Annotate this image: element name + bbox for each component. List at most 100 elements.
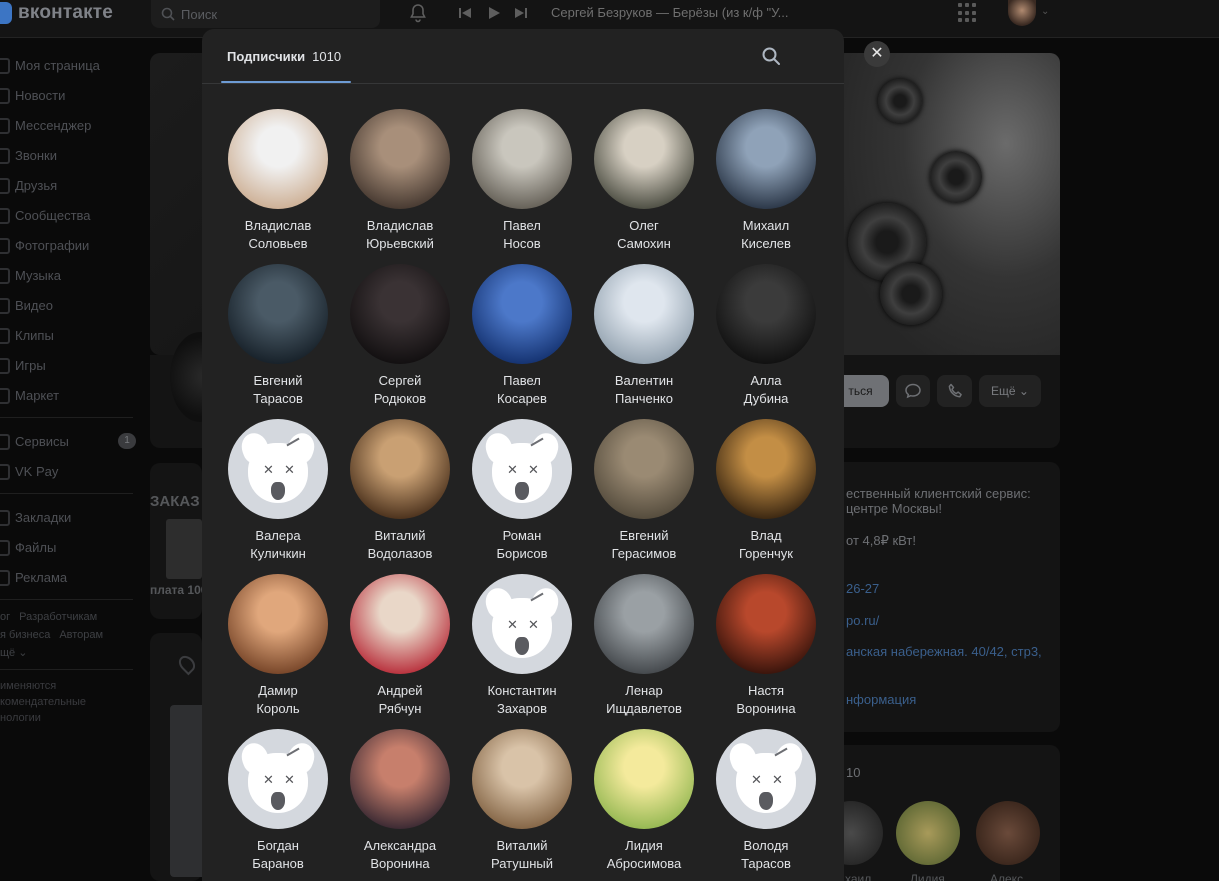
- follower-name[interactable]: Дамир Король: [217, 682, 339, 718]
- follower-card[interactable]: ✕ ✕ Володя Тарасов: [705, 729, 827, 873]
- chat-icon[interactable]: [896, 375, 930, 407]
- sidebar-item-bookmarks[interactable]: Закладки: [0, 502, 140, 532]
- follower-name[interactable]: Лидия Абросимова: [583, 837, 705, 873]
- phone-icon[interactable]: [937, 375, 972, 407]
- close-icon[interactable]: ✕: [864, 41, 890, 67]
- follower-avatar[interactable]: [716, 109, 816, 209]
- follower-name[interactable]: Виталий Ратушный: [461, 837, 583, 873]
- deactivated-dog-avatar[interactable]: ✕ ✕: [716, 729, 816, 829]
- follower-avatar[interactable]: [594, 419, 694, 519]
- global-search[interactable]: [151, 0, 380, 28]
- follower-name[interactable]: Ленар Ищдавлетов: [583, 682, 705, 718]
- sidebar-item-games[interactable]: Игры: [0, 350, 140, 380]
- sidebar-item-friends[interactable]: Друзья: [0, 170, 140, 200]
- follower-card[interactable]: Михаил Киселев: [705, 109, 827, 253]
- follower-card[interactable]: Владислав Юрьевский: [339, 109, 461, 253]
- follower-card[interactable]: Виталий Ратушный: [461, 729, 583, 873]
- info-phone-link[interactable]: 26-27: [846, 581, 879, 596]
- follower-name[interactable]: Олег Самохин: [583, 217, 705, 253]
- apps-grid-icon[interactable]: [958, 3, 978, 23]
- footer-link-developers[interactable]: Разработчикам: [19, 611, 97, 623]
- follower-name[interactable]: Валентин Панченко: [583, 372, 705, 408]
- follower-name[interactable]: Михаил Киселев: [705, 217, 827, 253]
- follower-avatar[interactable]: [472, 729, 572, 829]
- sidebar-item-news[interactable]: Новости: [0, 80, 140, 110]
- sidebar-item-communities[interactable]: Сообщества: [0, 200, 140, 230]
- search-input[interactable]: [181, 6, 361, 22]
- follower-card[interactable]: Виталий Водолазов: [339, 419, 461, 563]
- follower-avatar[interactable]: [472, 109, 572, 209]
- follower-avatar[interactable]: [594, 729, 694, 829]
- follower-card[interactable]: Владислав Соловьев: [217, 109, 339, 253]
- follower-card[interactable]: Александра Воронина: [339, 729, 461, 873]
- follower-avatar[interactable]: [350, 574, 450, 674]
- footer-link-business[interactable]: я бизнеса: [0, 629, 50, 641]
- next-track-icon[interactable]: [514, 6, 528, 20]
- info-address-link[interactable]: анская набережная. 40/42, стр3,: [846, 644, 1042, 659]
- follower-name[interactable]: Богдан Баранов: [217, 837, 339, 873]
- footer-link-authors[interactable]: Авторам: [59, 629, 103, 641]
- follower-card[interactable]: Сергей Родюков: [339, 264, 461, 408]
- follower-name[interactable]: Александра Воронина: [339, 837, 461, 873]
- subscriber-mini-avatar[interactable]: [896, 801, 960, 865]
- deactivated-dog-avatar[interactable]: ✕ ✕: [228, 729, 328, 829]
- follower-name[interactable]: Павел Косарев: [461, 372, 583, 408]
- follower-card[interactable]: Андрей Рябчун: [339, 574, 461, 718]
- tab-followers[interactable]: Подписчики 1010: [221, 29, 347, 84]
- info-more-link[interactable]: нформация: [846, 692, 916, 707]
- footer-link-blog[interactable]: ог: [0, 611, 10, 623]
- follower-name[interactable]: Роман Борисов: [461, 527, 583, 563]
- follower-name[interactable]: Виталий Водолазов: [339, 527, 461, 563]
- follower-name[interactable]: Владислав Юрьевский: [339, 217, 461, 253]
- vk-logo[interactable]: вконтакте: [0, 1, 113, 25]
- user-avatar[interactable]: [1008, 0, 1036, 26]
- follower-name[interactable]: Евгений Тарасов: [217, 372, 339, 408]
- follower-name[interactable]: Андрей Рябчун: [339, 682, 461, 718]
- follower-avatar[interactable]: [716, 574, 816, 674]
- follower-card[interactable]: Олег Самохин: [583, 109, 705, 253]
- follower-card[interactable]: Евгений Тарасов: [217, 264, 339, 408]
- sidebar-item-calls[interactable]: Звонки: [0, 140, 140, 170]
- sidebar-item-clips[interactable]: Клипы: [0, 320, 140, 350]
- follower-card[interactable]: Ленар Ищдавлетов: [583, 574, 705, 718]
- follower-name[interactable]: Сергей Родюков: [339, 372, 461, 408]
- map-card[interactable]: [150, 633, 202, 881]
- follower-avatar[interactable]: [228, 574, 328, 674]
- follower-name[interactable]: Алла Дубина: [705, 372, 827, 408]
- bell-icon[interactable]: [408, 3, 428, 23]
- follower-name[interactable]: Евгений Герасимов: [583, 527, 705, 563]
- follower-avatar[interactable]: [716, 264, 816, 364]
- follower-name[interactable]: Владислав Соловьев: [217, 217, 339, 253]
- more-actions-button[interactable]: Ещё ⌄: [979, 375, 1041, 407]
- follower-avatar[interactable]: [472, 264, 572, 364]
- promo-card[interactable]: ЗАКАЗ плата 100: [150, 463, 207, 619]
- follower-avatar[interactable]: [594, 109, 694, 209]
- follower-avatar[interactable]: [594, 574, 694, 674]
- follower-avatar[interactable]: [350, 264, 450, 364]
- search-icon[interactable]: [760, 45, 782, 67]
- follower-card[interactable]: Павел Носов: [461, 109, 583, 253]
- map-preview[interactable]: [170, 705, 202, 877]
- follower-name[interactable]: Константин Захаров: [461, 682, 583, 718]
- sidebar-item-market[interactable]: Маркет: [0, 380, 140, 410]
- follower-avatar[interactable]: [716, 419, 816, 519]
- sidebar-item-music[interactable]: Музыка: [0, 260, 140, 290]
- follower-card[interactable]: Павел Косарев: [461, 264, 583, 408]
- follower-avatar[interactable]: [350, 109, 450, 209]
- follower-card[interactable]: Настя Воронина: [705, 574, 827, 718]
- follower-name[interactable]: Влад Горенчук: [705, 527, 827, 563]
- follower-card[interactable]: Дамир Король: [217, 574, 339, 718]
- sidebar-item-ads[interactable]: Реклама: [0, 562, 140, 592]
- follower-name[interactable]: Павел Носов: [461, 217, 583, 253]
- sidebar-item-vkpay[interactable]: VK Pay: [0, 456, 140, 486]
- follower-card[interactable]: Валентин Панченко: [583, 264, 705, 408]
- deactivated-dog-avatar[interactable]: ✕ ✕: [472, 419, 572, 519]
- follower-card[interactable]: ✕ ✕ Богдан Баранов: [217, 729, 339, 873]
- follower-card[interactable]: Влад Горенчук: [705, 419, 827, 563]
- play-icon[interactable]: [487, 6, 501, 20]
- subscriber-mini-avatar[interactable]: [976, 801, 1040, 865]
- sidebar-item-messenger[interactable]: Мессенджер: [0, 110, 140, 140]
- sidebar-item-services[interactable]: Сервисы 1: [0, 426, 140, 456]
- sidebar-item-my-page[interactable]: Моя страница: [0, 50, 140, 80]
- follower-avatar[interactable]: [594, 264, 694, 364]
